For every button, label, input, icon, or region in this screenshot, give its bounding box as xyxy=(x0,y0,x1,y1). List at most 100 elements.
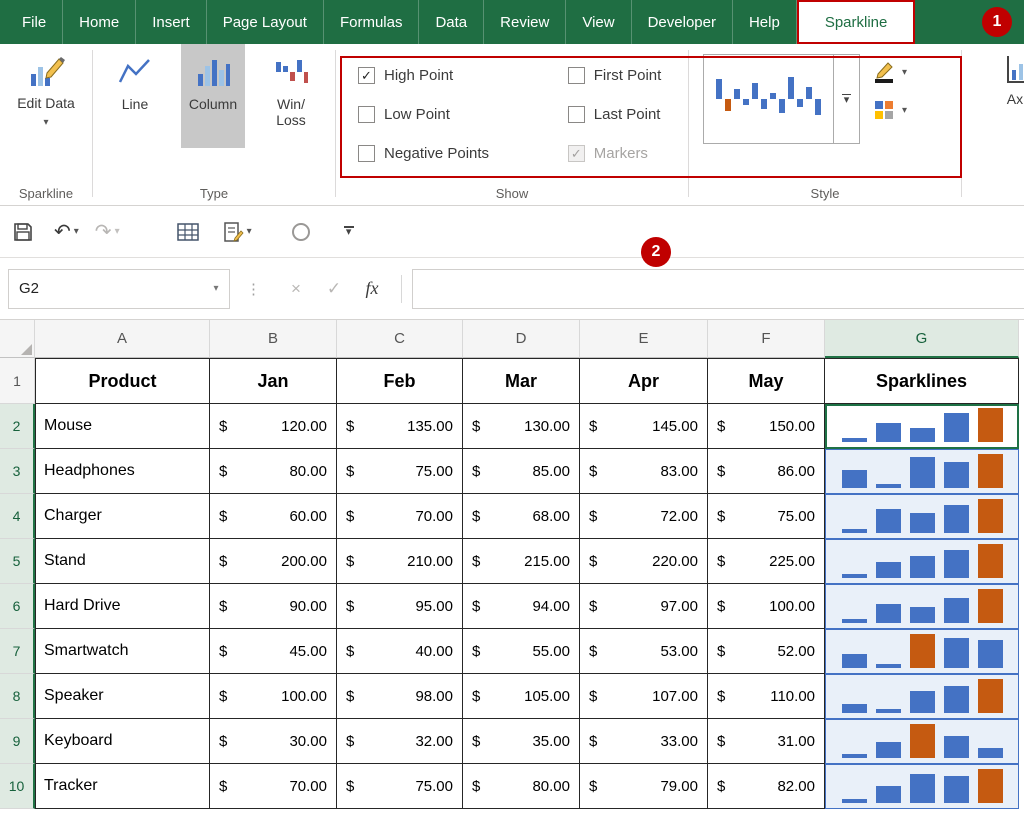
cell-G8-sparkline[interactable] xyxy=(825,674,1019,719)
tab-help[interactable]: Help xyxy=(733,0,797,44)
cell-A1[interactable]: Product xyxy=(35,358,210,404)
column-header-G[interactable]: G xyxy=(825,320,1019,358)
cell-F5[interactable]: $225.00 xyxy=(708,539,825,584)
customize-toolbar-button[interactable]: ▾ xyxy=(344,226,354,237)
cell-A10[interactable]: Tracker xyxy=(35,764,210,809)
cell-B4[interactable]: $60.00 xyxy=(210,494,337,539)
cell-B10[interactable]: $70.00 xyxy=(210,764,337,809)
cell-F4[interactable]: $75.00 xyxy=(708,494,825,539)
cell-D7[interactable]: $55.00 xyxy=(463,629,580,674)
cell-A4[interactable]: Charger xyxy=(35,494,210,539)
cell-G5-sparkline[interactable] xyxy=(825,539,1019,584)
cell-G2-sparkline[interactable] xyxy=(825,404,1019,449)
cell-A9[interactable]: Keyboard xyxy=(35,719,210,764)
cell-F6[interactable]: $100.00 xyxy=(708,584,825,629)
cell-G1[interactable]: Sparklines xyxy=(825,358,1019,404)
cell-A2[interactable]: Mouse xyxy=(35,404,210,449)
cell-A3[interactable]: Headphones xyxy=(35,449,210,494)
formula-input[interactable] xyxy=(412,269,1024,309)
cell-G7-sparkline[interactable] xyxy=(825,629,1019,674)
cell-C9[interactable]: $32.00 xyxy=(337,719,463,764)
row-header-4[interactable]: 4 xyxy=(0,494,35,539)
cell-A6[interactable]: Hard Drive xyxy=(35,584,210,629)
cell-D8[interactable]: $105.00 xyxy=(463,674,580,719)
tab-home[interactable]: Home xyxy=(63,0,136,44)
axis-button[interactable]: Axis xyxy=(984,52,1024,108)
cell-C3[interactable]: $75.00 xyxy=(337,449,463,494)
row-header-3[interactable]: 3 xyxy=(0,449,35,494)
row-header-5[interactable]: 5 xyxy=(0,539,35,584)
tab-page-layout[interactable]: Page Layout xyxy=(207,0,324,44)
cell-B2[interactable]: $120.00 xyxy=(210,404,337,449)
marker-color-button[interactable]: ▾ xyxy=(872,98,907,122)
tab-developer[interactable]: Developer xyxy=(632,0,733,44)
cell-A7[interactable]: Smartwatch xyxy=(35,629,210,674)
cell-C10[interactable]: $75.00 xyxy=(337,764,463,809)
column-header-D[interactable]: D xyxy=(463,320,580,358)
undo-button[interactable]: ↶ ▾ xyxy=(54,222,79,242)
select-all-corner[interactable] xyxy=(0,320,35,358)
cell-B9[interactable]: $30.00 xyxy=(210,719,337,764)
cell-E9[interactable]: $33.00 xyxy=(580,719,708,764)
cell-D4[interactable]: $68.00 xyxy=(463,494,580,539)
cell-F7[interactable]: $52.00 xyxy=(708,629,825,674)
cell-D2[interactable]: $130.00 xyxy=(463,404,580,449)
edit-data-button[interactable]: Edit Data ▾ xyxy=(10,52,82,131)
record-macro-button[interactable] xyxy=(292,223,310,241)
column-header-E[interactable]: E xyxy=(580,320,708,358)
name-box[interactable]: G2 ▾ xyxy=(8,269,230,309)
column-sparkline-button[interactable]: Column xyxy=(181,44,245,148)
checkbox-low-point[interactable]: Low Point xyxy=(358,106,516,123)
tab-sparkline[interactable]: Sparkline xyxy=(797,0,916,44)
cell-E3[interactable]: $83.00 xyxy=(580,449,708,494)
insert-function-button[interactable]: fx xyxy=(353,278,391,299)
column-header-C[interactable]: C xyxy=(337,320,463,358)
cell-B3[interactable]: $80.00 xyxy=(210,449,337,494)
cell-G3-sparkline[interactable] xyxy=(825,449,1019,494)
cell-C2[interactable]: $135.00 xyxy=(337,404,463,449)
row-header-1[interactable]: 1 xyxy=(0,358,35,404)
column-header-F[interactable]: F xyxy=(708,320,825,358)
sparkline-color-button[interactable]: ▾ xyxy=(872,60,907,84)
formula-bar-splitter[interactable]: ⋮ xyxy=(246,280,261,298)
gridlines-button[interactable] xyxy=(176,221,200,243)
cell-C5[interactable]: $210.00 xyxy=(337,539,463,584)
cell-G10-sparkline[interactable] xyxy=(825,764,1019,809)
cell-E10[interactable]: $79.00 xyxy=(580,764,708,809)
row-header-9[interactable]: 9 xyxy=(0,719,35,764)
sparkline-style-gallery[interactable]: ▾ xyxy=(703,54,860,144)
cell-G9-sparkline[interactable] xyxy=(825,719,1019,764)
checkbox-last-point[interactable]: Last Point xyxy=(568,106,688,123)
cell-B5[interactable]: $200.00 xyxy=(210,539,337,584)
cell-D5[interactable]: $215.00 xyxy=(463,539,580,584)
row-header-6[interactable]: 6 xyxy=(0,584,35,629)
cell-E6[interactable]: $97.00 xyxy=(580,584,708,629)
tab-insert[interactable]: Insert xyxy=(136,0,207,44)
row-header-7[interactable]: 7 xyxy=(0,629,35,674)
cell-F8[interactable]: $110.00 xyxy=(708,674,825,719)
cell-F10[interactable]: $82.00 xyxy=(708,764,825,809)
line-sparkline-button[interactable]: Line xyxy=(103,44,167,148)
checkbox-first-point[interactable]: First Point xyxy=(568,67,688,84)
cell-D10[interactable]: $80.00 xyxy=(463,764,580,809)
tab-data[interactable]: Data xyxy=(419,0,484,44)
winloss-sparkline-button[interactable]: Win/Loss xyxy=(259,44,323,148)
cell-C4[interactable]: $70.00 xyxy=(337,494,463,539)
cell-B6[interactable]: $90.00 xyxy=(210,584,337,629)
column-header-B[interactable]: B xyxy=(210,320,337,358)
cell-F1[interactable]: May xyxy=(708,358,825,404)
cell-C6[interactable]: $95.00 xyxy=(337,584,463,629)
checkbox-negative-points[interactable]: Negative Points xyxy=(358,145,516,162)
cell-G4-sparkline[interactable] xyxy=(825,494,1019,539)
name-box-dropdown-icon[interactable]: ▾ xyxy=(203,283,229,294)
cell-E4[interactable]: $72.00 xyxy=(580,494,708,539)
cell-B8[interactable]: $100.00 xyxy=(210,674,337,719)
cell-E8[interactable]: $107.00 xyxy=(580,674,708,719)
row-header-2[interactable]: 2 xyxy=(0,404,35,449)
save-button[interactable] xyxy=(12,221,34,243)
row-header-8[interactable]: 8 xyxy=(0,674,35,719)
column-header-A[interactable]: A xyxy=(35,320,210,358)
edit-document-button[interactable]: ▾ xyxy=(222,221,252,243)
cell-F9[interactable]: $31.00 xyxy=(708,719,825,764)
cell-G6-sparkline[interactable] xyxy=(825,584,1019,629)
